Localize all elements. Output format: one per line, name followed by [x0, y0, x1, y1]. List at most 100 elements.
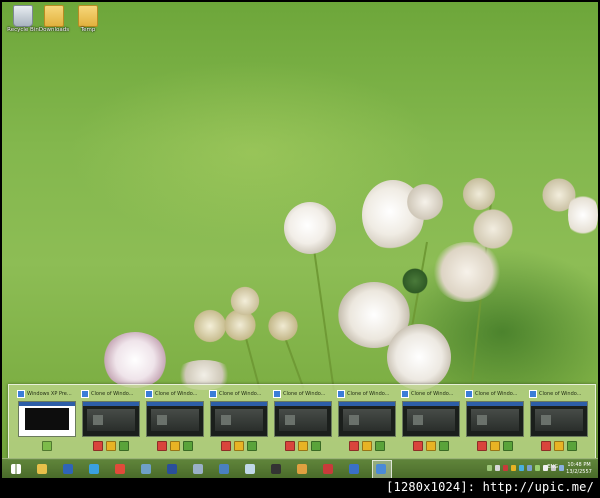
- thumbnail-title: Clone of Windo...: [529, 389, 589, 398]
- taskbar-start-button[interactable]: [8, 461, 24, 477]
- stop-button[interactable]: [221, 441, 231, 451]
- taskbar-file-explorer[interactable]: [34, 461, 50, 477]
- stop-button[interactable]: [93, 441, 103, 451]
- stop-button[interactable]: [157, 441, 167, 451]
- thumbnail-image[interactable]: [210, 401, 268, 437]
- tray-icon[interactable]: [535, 465, 540, 471]
- thumbnail-image[interactable]: [274, 401, 332, 437]
- tray-icon[interactable]: [559, 465, 564, 471]
- thumbnail-image[interactable]: [466, 401, 524, 437]
- thumbnail-controls: [273, 441, 333, 451]
- reset-button[interactable]: [119, 441, 129, 451]
- thumbnail-window-bar: [211, 402, 267, 406]
- thumbnail-window-content: [343, 409, 391, 431]
- window-thumbnail[interactable]: Clone of Windo...: [465, 389, 525, 455]
- folder-icon: [78, 5, 98, 27]
- clock[interactable]: 10:48 PM 13/2/2557: [565, 462, 593, 476]
- thumbnail-window-content: [87, 409, 135, 431]
- taskbar-virtual-machine[interactable]: [372, 460, 392, 478]
- thumbnail-controls: [337, 441, 397, 451]
- chrome-icon: [115, 464, 125, 474]
- vm-window-icon: [529, 389, 537, 398]
- window-thumbnail[interactable]: Clone of Windo...: [145, 389, 205, 455]
- stop-button[interactable]: [285, 441, 295, 451]
- pause-button[interactable]: [554, 441, 564, 451]
- taskbar-video-app[interactable]: [268, 461, 284, 477]
- pause-button[interactable]: [170, 441, 180, 451]
- thumbnail-image[interactable]: [338, 401, 396, 437]
- reset-button[interactable]: [183, 441, 193, 451]
- thumbnail-controls: [145, 441, 205, 451]
- window-thumbnail[interactable]: Clone of Windo...: [273, 389, 333, 455]
- vm-window-icon: [273, 389, 281, 398]
- thumbnail-title: Clone of Windo...: [209, 389, 269, 398]
- taskbar-chrome[interactable]: [112, 461, 128, 477]
- windows-logo-icon: [11, 464, 21, 474]
- window-thumbnail[interactable]: Clone of Windo...: [81, 389, 141, 455]
- thumbnail-image[interactable]: [82, 401, 140, 437]
- window-thumbnail[interactable]: Windows XP Pre...: [17, 389, 77, 455]
- thumbnail-controls: [529, 441, 589, 451]
- thumbnail-window-bar: [83, 402, 139, 406]
- taskbar-network-tool[interactable]: [216, 461, 232, 477]
- tray-icon[interactable]: [487, 465, 492, 471]
- media-icon: [193, 464, 203, 474]
- taskbar-paint[interactable]: [294, 461, 310, 477]
- reset-button[interactable]: [503, 441, 513, 451]
- taskbar-media-app[interactable]: [190, 461, 206, 477]
- window-thumbnail[interactable]: Clone of Windo...: [337, 389, 397, 455]
- desktop-icon-temp[interactable]: Temp: [68, 5, 108, 34]
- stop-button[interactable]: [477, 441, 487, 451]
- tray-icon[interactable]: [527, 465, 532, 471]
- pause-button[interactable]: [490, 441, 500, 451]
- thumbnail-image[interactable]: [530, 401, 588, 437]
- reset-button[interactable]: [567, 441, 577, 451]
- window-thumbnail[interactable]: Clone of Windo...: [529, 389, 589, 455]
- tray-icon[interactable]: [519, 465, 524, 471]
- thumbnail-title-text: Windows XP Pre...: [27, 390, 72, 397]
- thumbnail-controls: [465, 441, 525, 451]
- language-indicator[interactable]: ENG: [547, 464, 558, 470]
- pause-button[interactable]: [234, 441, 244, 451]
- pause-button[interactable]: [426, 441, 436, 451]
- thumbnail-window-content: [471, 409, 519, 431]
- thumbnail-controls: [209, 441, 269, 451]
- pause-button[interactable]: [298, 441, 308, 451]
- stop-button[interactable]: [541, 441, 551, 451]
- thumbnail-window-bar: [275, 402, 331, 406]
- stop-button[interactable]: [413, 441, 423, 451]
- tray-icon[interactable]: [511, 465, 516, 471]
- reset-button[interactable]: [247, 441, 257, 451]
- thumbnail-title: Clone of Windo...: [273, 389, 333, 398]
- taskbar-settings-tool[interactable]: [138, 461, 154, 477]
- window-thumbnail[interactable]: Clone of Windo...: [209, 389, 269, 455]
- taskbar-media-player[interactable]: [320, 461, 336, 477]
- thumbnail-window-content: [407, 409, 455, 431]
- taskbar-app-ms[interactable]: [60, 461, 76, 477]
- tray-icon[interactable]: [495, 465, 500, 471]
- window-thumbnail[interactable]: Clone of Windo...: [401, 389, 461, 455]
- thumbnail-title-text: Clone of Windo...: [347, 390, 390, 397]
- taskbar-internet-explorer[interactable]: [86, 461, 102, 477]
- pause-button[interactable]: [362, 441, 372, 451]
- vm-window-icon: [465, 389, 473, 398]
- taskbar-notepad[interactable]: [242, 461, 258, 477]
- thumbnail-image[interactable]: [402, 401, 460, 437]
- reset-button[interactable]: [311, 441, 321, 451]
- clock-date: 13/2/2557: [566, 469, 592, 475]
- stop-button[interactable]: [349, 441, 359, 451]
- clock-time: 10:48 PM: [567, 462, 591, 468]
- thumbnail-image[interactable]: [146, 401, 204, 437]
- pause-button[interactable]: [106, 441, 116, 451]
- reset-button[interactable]: [375, 441, 385, 451]
- tray-icon[interactable]: [503, 465, 508, 471]
- play-button[interactable]: [42, 441, 52, 451]
- thumbnail-controls: [401, 441, 461, 451]
- vm-window-icon: [337, 389, 345, 398]
- reset-button[interactable]: [439, 441, 449, 451]
- thumbnail-window-content: [215, 409, 263, 431]
- desktop: Recycle Bin Downloads Temp Windows XP Pr…: [2, 2, 598, 478]
- taskbar-windows-8-app[interactable]: [346, 461, 362, 477]
- taskbar-app-vc[interactable]: [164, 461, 180, 477]
- thumbnail-image[interactable]: [18, 401, 76, 437]
